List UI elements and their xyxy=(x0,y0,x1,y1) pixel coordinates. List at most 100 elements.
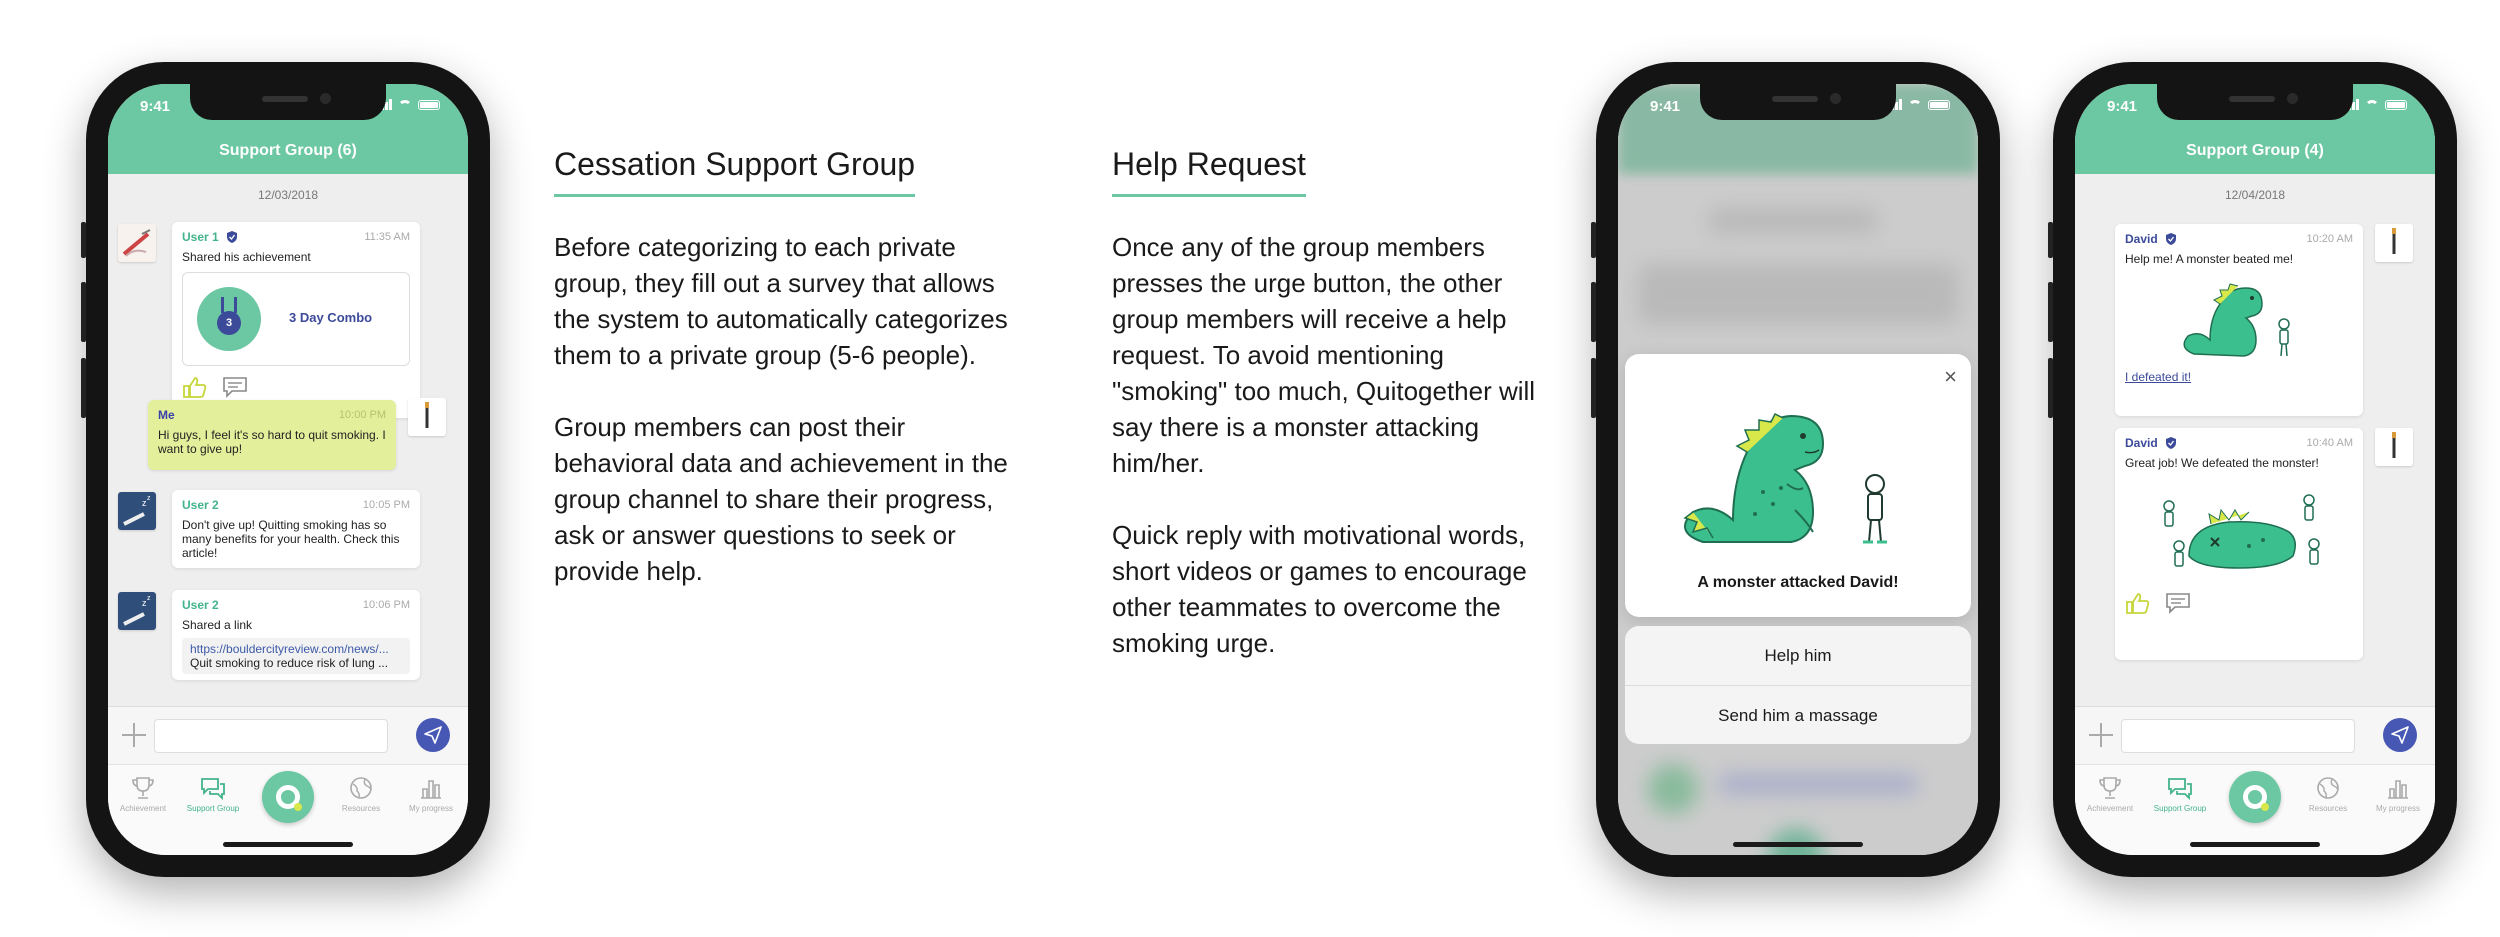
battery-icon xyxy=(2385,99,2407,110)
message-text: Great job! We defeated the monster! xyxy=(2125,456,2319,470)
tab-support-group[interactable]: Support Group xyxy=(178,775,248,813)
urge-button[interactable] xyxy=(2229,771,2281,823)
sender-name: User 2 xyxy=(182,498,219,512)
tab-support-group[interactable]: Support Group xyxy=(2145,775,2215,813)
avatar-david[interactable] xyxy=(2375,224,2413,262)
close-icon[interactable]: × xyxy=(1944,364,1957,390)
avatar-user-2[interactable]: zz xyxy=(118,592,156,630)
message-composer xyxy=(2075,706,2435,765)
comment-icon[interactable] xyxy=(222,376,248,398)
send-button[interactable] xyxy=(2383,718,2417,752)
battery-icon xyxy=(1928,99,1950,110)
tab-label: Resources xyxy=(2308,804,2348,813)
chat-title: Support Group (4) xyxy=(2186,142,2324,159)
plus-icon[interactable] xyxy=(2089,723,2113,747)
section-cessation-support-group: Cessation Support Group Before categoriz… xyxy=(554,144,1014,589)
status-time: 9:41 xyxy=(2107,98,2138,115)
tab-label: My progress xyxy=(408,804,453,813)
chat-icon xyxy=(2168,778,2192,801)
message-time: 10:40 AM xyxy=(2306,437,2353,449)
thumbs-up-icon[interactable] xyxy=(2125,592,2151,614)
tab-resources[interactable]: Resources xyxy=(326,775,396,813)
home-indicator xyxy=(2190,842,2320,847)
achievement-card[interactable]: 3 3 Day Combo xyxy=(182,272,410,366)
message-card[interactable]: David 10:40 AM Great job! We defeated th… xyxy=(2115,428,2363,660)
avatar-user-1[interactable] xyxy=(118,224,156,262)
tab-my-progress[interactable]: My progress xyxy=(2363,775,2433,813)
tab-label: Achievement xyxy=(2086,804,2134,813)
sender-name: David xyxy=(2125,436,2158,450)
help-request-modal: × A monster attacked David! xyxy=(1625,354,1971,617)
trophy-icon xyxy=(132,777,154,799)
section-paragraph: Before categorizing to each private grou… xyxy=(554,232,1008,370)
message-composer xyxy=(108,706,468,765)
chat-feed[interactable]: 12/03/2018 User 1 11:35 AM Shared his ac… xyxy=(108,174,468,707)
chat-date: 12/04/2018 xyxy=(2224,188,2286,202)
send-message-button[interactable]: Send him a massage xyxy=(1625,685,1971,744)
chat-date: 12/03/2018 xyxy=(257,188,319,202)
sender-name: User 2 xyxy=(182,598,219,612)
tab-my-progress[interactable]: My progress xyxy=(396,775,466,813)
sender-name: David xyxy=(2125,232,2158,246)
tab-label: My progress xyxy=(2375,804,2420,813)
message-input[interactable] xyxy=(2121,719,2355,753)
monster-illustration xyxy=(1683,412,1887,544)
message-time: 10:00 PM xyxy=(338,409,386,421)
send-icon xyxy=(424,726,442,744)
message-time: 10:05 PM xyxy=(362,499,410,511)
tab-label: Resources xyxy=(341,804,381,813)
message-input[interactable] xyxy=(154,719,388,753)
phone-screen: Support Group (6) 9:41 12/03/2018 User 1… xyxy=(108,84,468,855)
link-url[interactable]: https://bouldercityreview.com/news/... xyxy=(190,642,402,656)
phone-frame-support-group: Support Group (6) 9:41 12/03/2018 User 1… xyxy=(81,62,490,877)
shield-badge-icon xyxy=(2166,233,2177,245)
avatar-user-2[interactable]: zz xyxy=(118,492,156,530)
svg-text:z: z xyxy=(147,595,151,602)
message-card[interactable]: David 10:20 AM Help me! A monster beated… xyxy=(2115,224,2363,416)
message-text: Shared his achievement xyxy=(182,250,311,264)
tab-achievement[interactable]: Achievement xyxy=(2075,775,2145,813)
sender-name: User 1 xyxy=(182,230,219,244)
phone-frame-support-group-2: Support Group (4) 9:41 12/04/2018 David … xyxy=(2048,62,2457,877)
home-indicator xyxy=(223,842,353,847)
message-text: Shared a link xyxy=(182,618,253,632)
thumbs-up-icon[interactable] xyxy=(182,376,208,398)
message-card-me[interactable]: Me 10:00 PM Hi guys, I feel it's so hard… xyxy=(148,400,396,470)
globe-icon xyxy=(2317,777,2339,799)
help-him-button[interactable]: Help him xyxy=(1625,626,1971,685)
bar-chart-icon xyxy=(2388,780,2408,799)
battery-icon xyxy=(418,99,440,110)
tab-resources[interactable]: Resources xyxy=(2293,775,2363,813)
send-button[interactable] xyxy=(416,718,450,752)
link-title: Quit smoking to reduce risk of lung ... xyxy=(190,656,389,670)
phone-frame-help-request: 9:41 × A monster attacked David! Help hi… xyxy=(1591,62,2000,877)
comment-icon[interactable] xyxy=(2165,592,2191,614)
globe-icon xyxy=(350,777,372,799)
defeated-link[interactable]: I defeated it! xyxy=(2125,370,2353,384)
tab-achievement[interactable]: Achievement xyxy=(108,775,178,813)
section-title: Help Request xyxy=(1112,144,1306,197)
section-title: Cessation Support Group xyxy=(554,144,916,197)
home-indicator xyxy=(1733,842,1863,847)
link-preview[interactable]: https://bouldercityreview.com/news/... Q… xyxy=(182,638,410,674)
section-paragraph: Quick reply with motivational words, sho… xyxy=(1112,520,1527,658)
avatar-me[interactable] xyxy=(408,398,446,436)
wifi-icon xyxy=(1908,99,1922,110)
bar-chart-icon xyxy=(421,780,441,799)
urge-button[interactable] xyxy=(262,771,314,823)
chat-feed[interactable]: 12/04/2018 David 10:20 AM Help me! A mon… xyxy=(2075,174,2435,707)
phone-screen: Support Group (4) 9:41 12/04/2018 David … xyxy=(2075,84,2435,855)
status-time: 9:41 xyxy=(1650,98,1681,115)
avatar-david[interactable] xyxy=(2375,428,2413,466)
message-card[interactable]: User 1 11:35 AM Shared his achievement 3… xyxy=(172,222,420,418)
message-card[interactable]: User 2 10:05 PM Don't give up! Quitting … xyxy=(172,490,420,568)
message-card[interactable]: User 2 10:06 PM Shared a link https://bo… xyxy=(172,590,420,680)
message-text: Help me! A monster beated me! xyxy=(2125,252,2294,266)
defeated-monster-illustration xyxy=(2163,494,2320,569)
section-help-request: Help Request Once any of the group membe… xyxy=(1112,144,1542,661)
chat-title: Support Group (6) xyxy=(219,142,357,159)
plus-icon[interactable] xyxy=(122,723,146,747)
chat-icon xyxy=(201,778,225,801)
section-paragraph: Once any of the group members presses th… xyxy=(1112,232,1536,478)
tab-bar: Achievement Support Group Resources My p… xyxy=(108,764,468,855)
